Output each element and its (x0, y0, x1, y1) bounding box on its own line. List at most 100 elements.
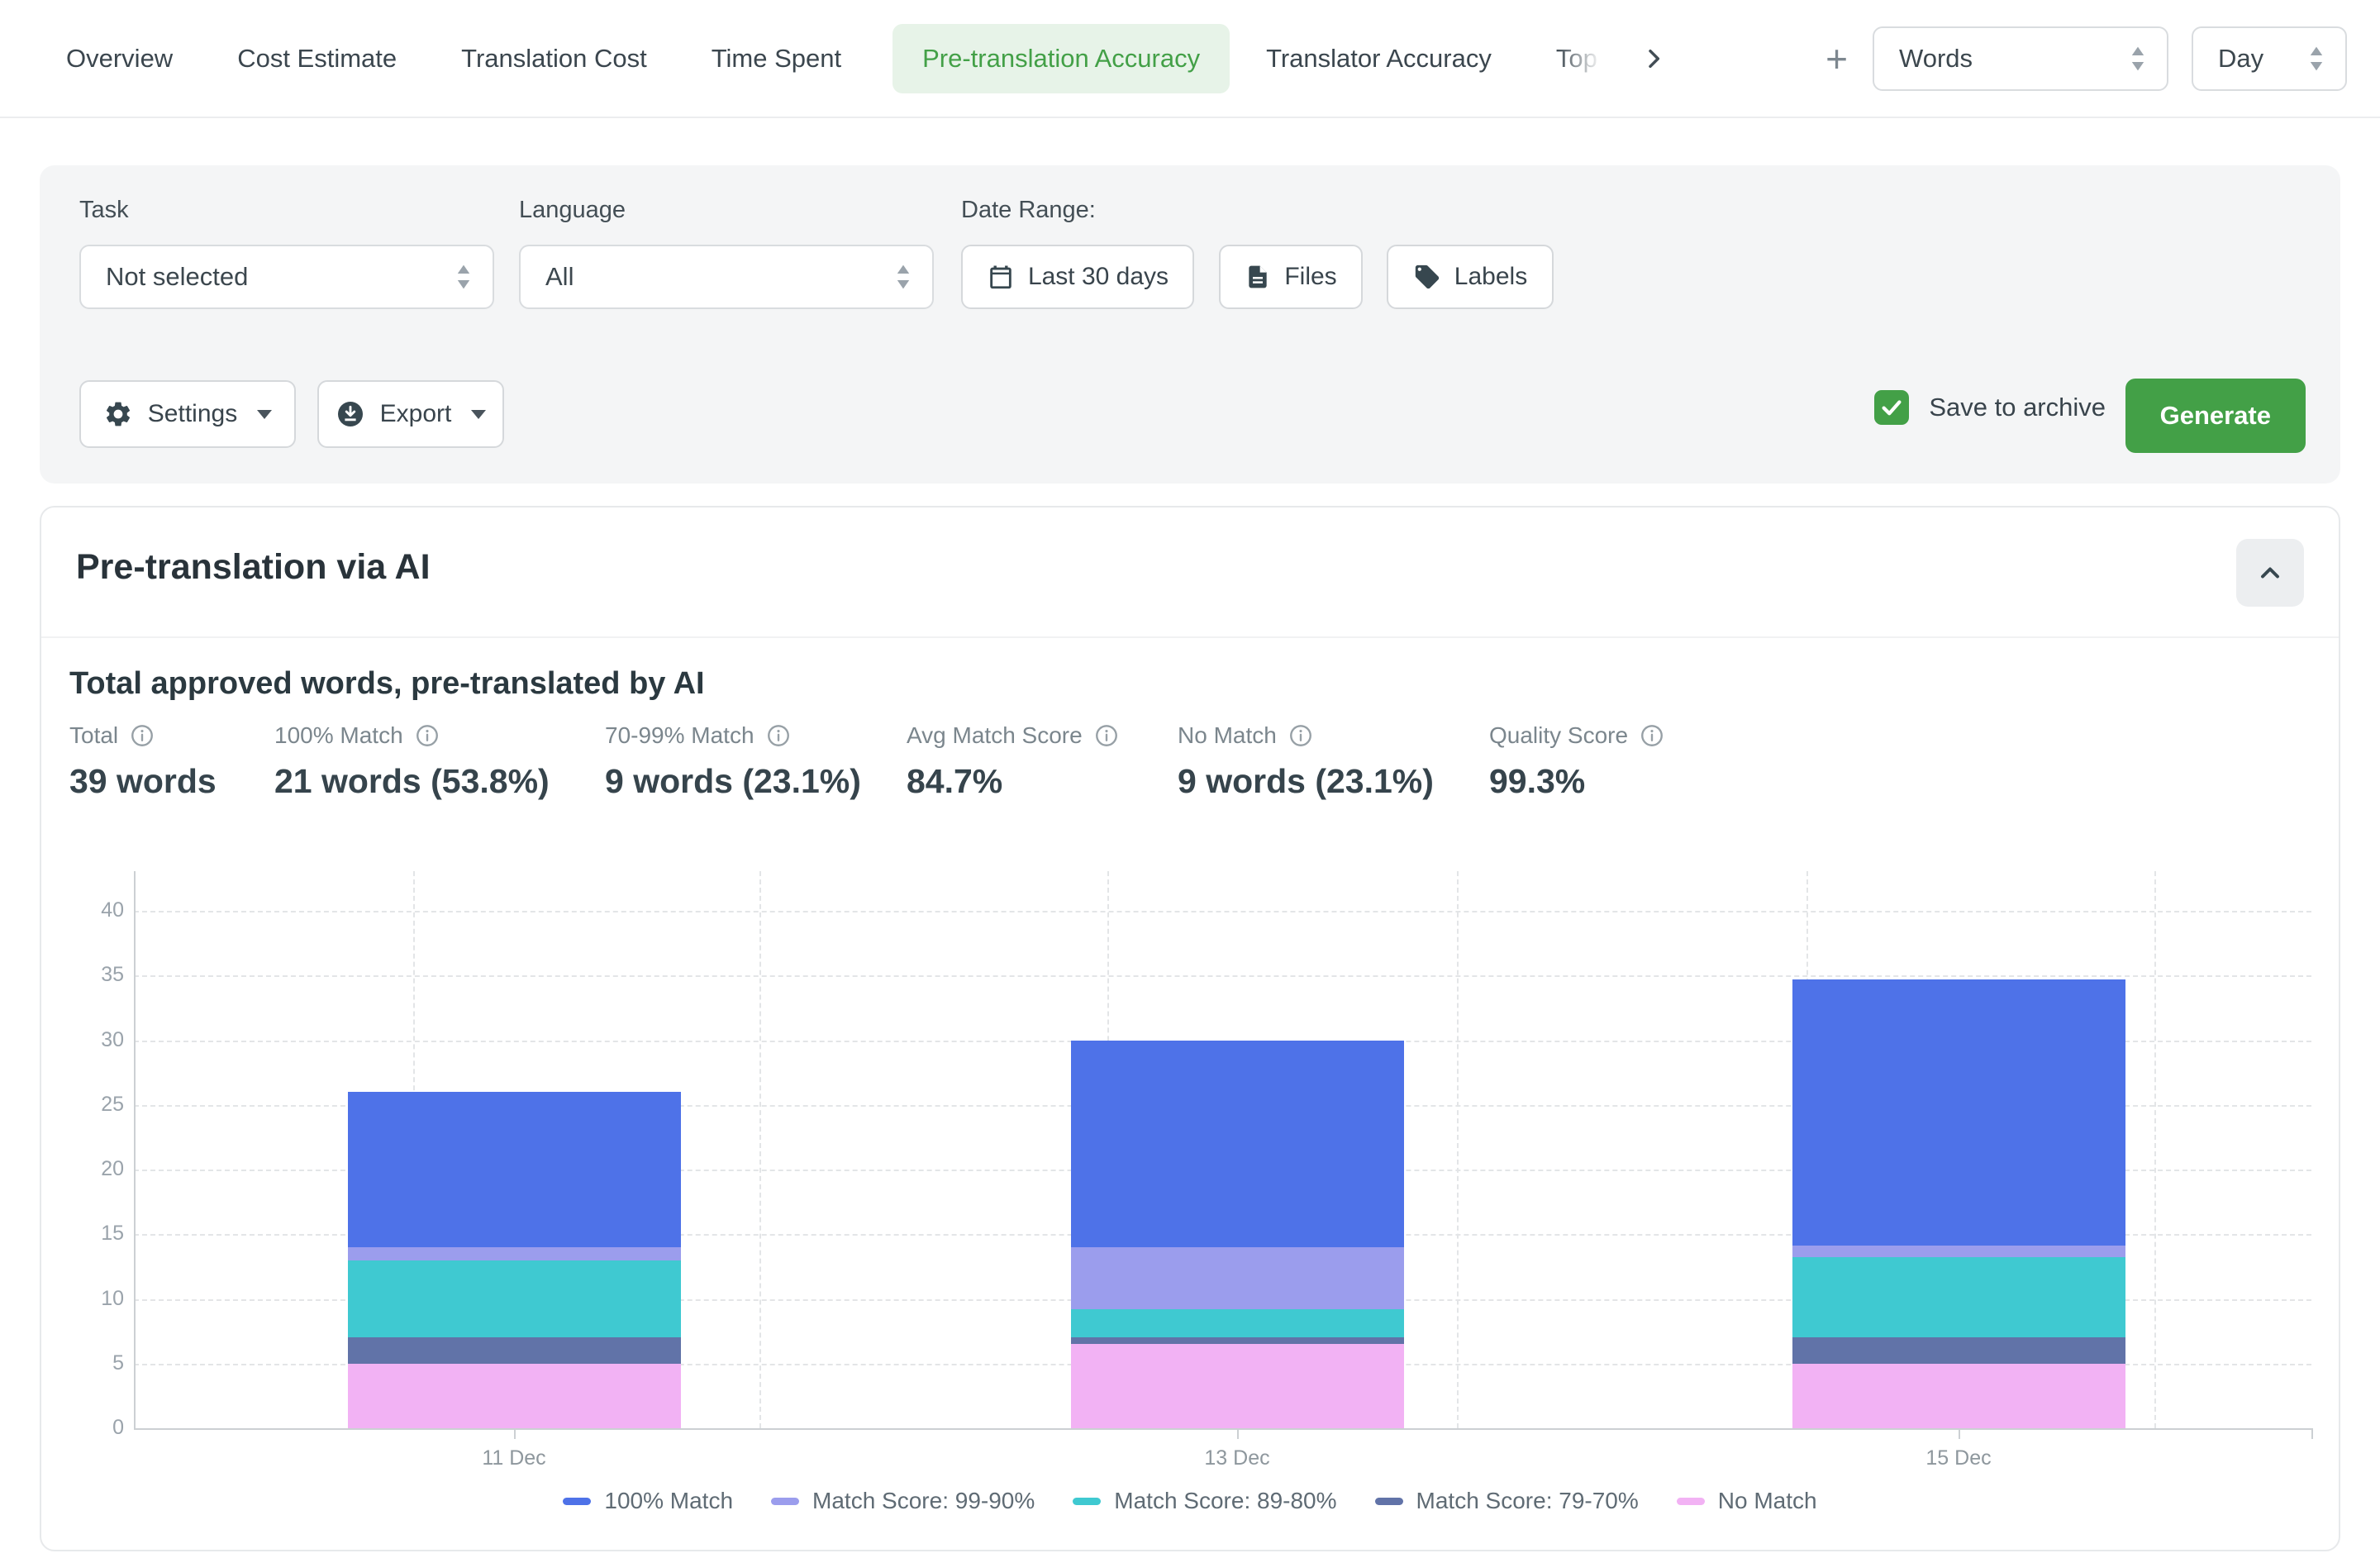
language-label: Language (519, 197, 626, 224)
language-select-value: All (545, 262, 574, 292)
bar-segment-no-match[interactable] (1071, 1344, 1404, 1428)
date-range-value: Last 30 days (1028, 263, 1169, 291)
legend-item-match-89-80[interactable]: Match Score: 89-80% (1073, 1488, 1336, 1514)
tab-translator-accuracy[interactable]: Translator Accuracy (1266, 44, 1492, 74)
legend-label: 100% Match (604, 1488, 733, 1514)
calendar-icon (987, 263, 1015, 291)
stacked-bar-chart: 051015202530354011 Dec13 Dec15 Dec (41, 507, 2339, 1550)
task-label: Task (79, 197, 129, 224)
bar-segment-100-match[interactable] (1792, 979, 2125, 1246)
export-button[interactable]: Export (317, 380, 504, 448)
y-gridline (134, 975, 2311, 977)
period-select[interactable]: Day (2192, 26, 2347, 91)
legend-item-match-99-90[interactable]: Match Score: 99-90% (771, 1488, 1035, 1514)
bar-segment-match-score-79-70-[interactable] (348, 1337, 681, 1363)
legend-label: Match Score: 99-90% (812, 1488, 1035, 1514)
settings-button-label: Settings (148, 400, 237, 428)
caret-down-icon (471, 410, 486, 419)
chevron-right-icon (1640, 45, 1667, 72)
legend-swatch (771, 1498, 799, 1505)
report-filters-panel: Task Not selected Language All Date Rang… (40, 165, 2340, 484)
tabs-scroll-right-button[interactable] (1635, 40, 1672, 77)
caret-down-icon (257, 410, 272, 419)
y-tick-label: 40 (66, 898, 124, 922)
y-tick-label: 35 (66, 963, 124, 987)
y-tick-label: 20 (66, 1157, 124, 1181)
legend-label: Match Score: 89-80% (1114, 1488, 1336, 1514)
bar-segment-match-score-89-80-[interactable] (348, 1260, 681, 1338)
language-select[interactable]: All (519, 245, 934, 309)
tab-translation-cost[interactable]: Translation Cost (461, 44, 647, 74)
legend-swatch (1677, 1498, 1705, 1505)
select-sort-icon (2129, 45, 2147, 72)
bar-segment-match-score-99-90-[interactable] (1792, 1246, 2125, 1257)
task-select[interactable]: Not selected (79, 245, 494, 309)
export-button-label: Export (380, 400, 452, 428)
labels-filter-button[interactable]: Labels (1387, 245, 1554, 309)
y-tick-label: 0 (66, 1416, 124, 1440)
y-tick-label: 25 (66, 1093, 124, 1117)
bar-segment-no-match[interactable] (1792, 1364, 2125, 1428)
x-tick-label: 13 Dec (1204, 1446, 1269, 1470)
legend-label: No Match (1718, 1488, 1817, 1514)
settings-button[interactable]: Settings (79, 380, 296, 448)
download-circle-icon (336, 399, 365, 429)
unit-select-value: Words (1899, 44, 1973, 74)
x-tick-label: 11 Dec (482, 1446, 545, 1470)
period-select-value: Day (2218, 44, 2263, 74)
file-icon (1245, 264, 1271, 290)
legend-label: Match Score: 79-70% (1416, 1488, 1639, 1514)
x-gridline (2154, 871, 2156, 1428)
select-sort-icon (455, 264, 473, 290)
bar-segment-100-match[interactable] (348, 1092, 681, 1247)
x-tick-label: 15 Dec (1925, 1446, 1991, 1470)
y-tick-label: 10 (66, 1287, 124, 1311)
x-axis-end-tick (2311, 1428, 2313, 1439)
chart-legend: 100% Match Match Score: 99-90% Match Sco… (41, 1488, 2339, 1514)
x-gridline (1457, 871, 1459, 1428)
bar-segment-match-score-99-90-[interactable] (1071, 1247, 1404, 1309)
bar-segment-match-score-79-70-[interactable] (1792, 1337, 2125, 1363)
tab-time-spent[interactable]: Time Spent (712, 44, 841, 74)
x-axis-line (134, 1428, 2311, 1430)
task-select-value: Not selected (106, 262, 248, 292)
pre-translation-report-card: Pre-translation via AI Total approved wo… (40, 506, 2340, 1551)
labels-button-label: Labels (1454, 263, 1527, 291)
x-gridline (759, 871, 761, 1428)
y-gridline (134, 911, 2311, 912)
y-tick-label: 30 (66, 1028, 124, 1052)
legend-swatch (563, 1498, 591, 1505)
tab-pre-translation-accuracy[interactable]: Pre-translation Accuracy (892, 24, 1230, 93)
bar-segment-match-score-99-90-[interactable] (348, 1247, 681, 1260)
generate-button[interactable]: Generate (2125, 379, 2306, 453)
save-to-archive-label: Save to archive (1929, 393, 2106, 422)
save-to-archive-checkbox[interactable] (1874, 390, 1909, 425)
bar-segment-100-match[interactable] (1071, 1041, 1404, 1247)
bar-segment-match-score-79-70-[interactable] (1071, 1337, 1404, 1344)
tab-cost-estimate[interactable]: Cost Estimate (237, 44, 397, 74)
gear-icon (103, 399, 133, 429)
files-filter-button[interactable]: Files (1219, 245, 1363, 309)
bar-segment-match-score-89-80-[interactable] (1071, 1309, 1404, 1337)
legend-item-100-match[interactable]: 100% Match (563, 1488, 733, 1514)
tab-top-truncated[interactable]: Top (1556, 44, 1606, 74)
tag-icon (1413, 263, 1441, 291)
bar-segment-no-match[interactable] (348, 1364, 681, 1428)
save-to-archive-group: Save to archive (1874, 390, 2106, 425)
date-range-label: Date Range: (961, 197, 1096, 224)
date-range-button[interactable]: Last 30 days (961, 245, 1194, 309)
report-tabs-bar: Overview Cost Estimate Translation Cost … (0, 0, 2380, 118)
legend-item-match-79-70[interactable]: Match Score: 79-70% (1375, 1488, 1639, 1514)
add-report-button[interactable]: + (1825, 40, 1848, 78)
y-tick-label: 5 (66, 1351, 124, 1375)
tab-overview[interactable]: Overview (66, 44, 173, 74)
analytics-dashboard: Overview Cost Estimate Translation Cost … (0, 0, 2380, 1558)
unit-select[interactable]: Words (1873, 26, 2168, 91)
bar-segment-match-score-89-80-[interactable] (1792, 1257, 2125, 1337)
select-sort-icon (2307, 45, 2325, 72)
select-sort-icon (894, 264, 912, 290)
legend-swatch (1073, 1498, 1101, 1505)
legend-item-no-match[interactable]: No Match (1677, 1488, 1817, 1514)
y-axis-line (134, 871, 136, 1428)
legend-swatch (1375, 1498, 1403, 1505)
